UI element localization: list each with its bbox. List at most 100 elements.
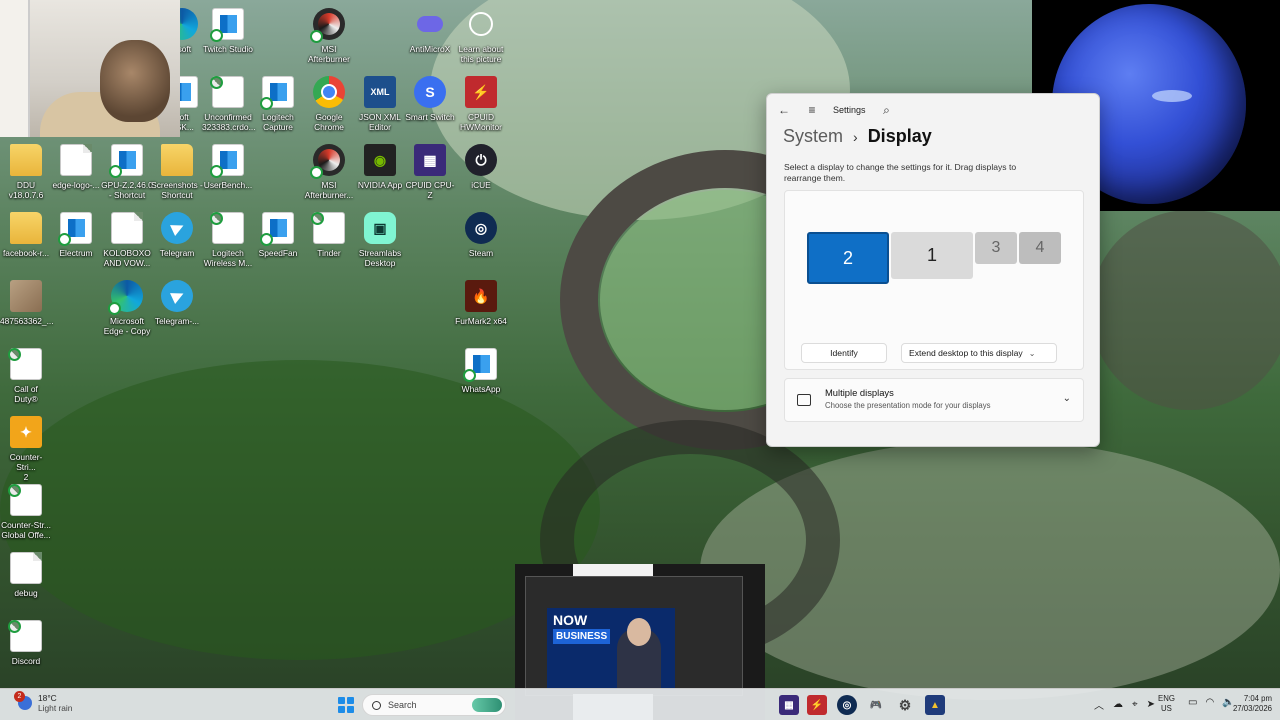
- taskbar-clock[interactable]: 7:04 pm 27/03/2026: [1224, 694, 1272, 714]
- desktop-icon-learn-about-picture[interactable]: Learn about this picture: [455, 8, 507, 64]
- desktop-icon-label: NVIDIA App: [357, 180, 403, 190]
- taskbar-app-icon[interactable]: ▲: [925, 695, 945, 715]
- input-language[interactable]: ENG US: [1158, 694, 1175, 714]
- taskbar-cpuz-icon[interactable]: ▦: [779, 695, 799, 715]
- multiple-displays-card[interactable]: Multiple displays Choose the presentatio…: [784, 378, 1084, 422]
- file-icon: [210, 212, 244, 244]
- msi-afterburner-icon: [310, 8, 345, 43]
- desktop-icon-label: iCUE: [471, 180, 491, 190]
- desktop-icon-whatsapp[interactable]: WhatsApp: [455, 348, 507, 394]
- display-mode-value: Extend desktop to this display: [909, 348, 1023, 358]
- taskbar: 2 18°C Light rain Search ▦ ⚡ ◎ 🎮 ⚙ ▲ ︿ ☁…: [0, 688, 1280, 720]
- desktop-icon-userbench[interactable]: UserBench...: [202, 144, 254, 190]
- desktop-icon-label: CPUID CPU-Z: [405, 180, 455, 200]
- hamburger-menu-icon[interactable]: ≡: [805, 103, 819, 117]
- desktop-icon-icue[interactable]: ⏻ iCUE: [455, 144, 507, 190]
- desktop-icon-msi-afterburner[interactable]: MSI Afterburner: [303, 8, 355, 64]
- desktop-icon-label: KOLOBOXO AND VOW...: [103, 248, 151, 268]
- desktop-icon-logitech-wireless[interactable]: Logitech Wireless M...: [202, 212, 254, 268]
- desktop-icon-discord[interactable]: Discord: [0, 620, 52, 666]
- desktop-icon-furmark[interactable]: 🔥 FurMark2 x64: [455, 280, 507, 326]
- edge-icon: [108, 280, 143, 315]
- tray-cloud-icon[interactable]: ☁: [1113, 699, 1123, 710]
- desktop-icon-label: MSI Afterburner...: [304, 180, 354, 200]
- tray-overflow-chevron-icon[interactable]: ︿: [1094, 697, 1104, 712]
- monitor-2[interactable]: 2: [807, 232, 889, 284]
- desktop-icon-label: Tinder: [317, 248, 341, 258]
- desktop-icon-call-of-duty[interactable]: Call of Duty®: [0, 348, 52, 404]
- tray-network-icon[interactable]: ⌖: [1132, 699, 1138, 710]
- desktop-icon-json-xml-editor[interactable]: XML JSON XML Editor: [354, 76, 406, 132]
- desktop-icon-antimicrox[interactable]: AntiMicroX: [404, 8, 456, 54]
- back-arrow-icon[interactable]: ←: [777, 103, 791, 117]
- desktop-icon-label: JSON XML Editor: [359, 112, 401, 132]
- news-logo-line1: NOW: [553, 612, 588, 628]
- desktop-icon-electrum[interactable]: Electrum: [50, 212, 102, 258]
- desktop-icon-cpuid-hwmonitor[interactable]: ⚡ CPUID HWMonitor: [455, 76, 507, 132]
- breadcrumb-system[interactable]: System: [783, 126, 843, 147]
- desktop-icon-label: UserBench...: [203, 180, 253, 190]
- desktop-icon-steam[interactable]: ◎ Steam: [455, 212, 507, 258]
- taskbar-gamepad-icon[interactable]: 🎮: [866, 695, 886, 715]
- breadcrumb: System › Display: [783, 126, 932, 147]
- desktop-icon-counter-strike-go[interactable]: Counter-Str... Global Offe...: [0, 484, 52, 540]
- desktop-icon-speedfan[interactable]: SpeedFan: [252, 212, 304, 258]
- desktop-icon-edge-logo[interactable]: edge-logo-...: [50, 144, 102, 190]
- desktop-icon-telegram[interactable]: Telegram: [151, 212, 203, 258]
- webcam-person-head: [100, 40, 170, 122]
- taskbar-search[interactable]: Search: [362, 694, 506, 716]
- app-icon: [260, 212, 294, 246]
- desktop-icon-twitch-studio[interactable]: Twitch Studio: [202, 8, 254, 54]
- search-icon[interactable]: ⌕: [880, 103, 894, 117]
- taskbar-settings-gear-icon[interactable]: ⚙: [895, 695, 915, 715]
- desktop-icon-telegram-2[interactable]: Telegram-...: [151, 280, 203, 326]
- app-icon: [463, 348, 497, 382]
- desktop-icon-tinder[interactable]: Tinder: [303, 212, 355, 258]
- desktop-icon-ddu[interactable]: DDU v18.0.7.6: [0, 144, 52, 200]
- taskbar-steam-icon[interactable]: ◎: [837, 695, 857, 715]
- nvidia-icon: ◉: [364, 144, 396, 176]
- desktop-icon-google-chrome[interactable]: Google Chrome: [303, 76, 355, 132]
- wifi-icon: ◠: [1205, 697, 1215, 708]
- desktop-icon-label: GPU-Z.2.46.0 - Shortcut: [101, 180, 153, 200]
- monitor-1[interactable]: 1: [891, 232, 973, 279]
- news-logo-line2: BUSINESS: [553, 629, 611, 644]
- desktop-icon-screenshots-shortcut[interactable]: Screenshots - Shortcut: [151, 144, 203, 200]
- planet-storm: [1152, 90, 1192, 102]
- desktop-icon-label: Electrum: [59, 248, 93, 258]
- desktop-icon-label: Logitech Wireless M...: [203, 248, 253, 268]
- desktop-icon-nvidia-app[interactable]: ◉ NVIDIA App: [354, 144, 406, 190]
- desktop-icon-koloboxo[interactable]: KOLOBOXO AND VOW...: [101, 212, 153, 268]
- taskbar-hwmonitor-icon[interactable]: ⚡: [807, 695, 827, 715]
- monitor-3[interactable]: 3: [975, 232, 1017, 264]
- display-mode-dropdown[interactable]: Extend desktop to this display ⌄: [901, 343, 1057, 363]
- desktop-icon-label: Streamlabs Desktop: [358, 248, 402, 268]
- gamepad-icon: [414, 8, 446, 40]
- desktop-icon-cpuid-cpuz[interactable]: ▦ CPUID CPU-Z: [404, 144, 456, 200]
- desktop-icon-facebook[interactable]: facebook-r...: [0, 212, 52, 258]
- start-button[interactable]: [338, 697, 354, 713]
- desktop-icon-streamlabs[interactable]: ▣ Streamlabs Desktop: [354, 212, 406, 268]
- telegram-icon: [161, 280, 193, 312]
- desktop-icon-counter-strike-2[interactable]: ✦ Counter-Stri... 2: [0, 416, 52, 482]
- breadcrumb-display: Display: [867, 126, 932, 146]
- desktop-icon-logitech-capture[interactable]: Logitech Capture: [252, 76, 304, 132]
- desktop-icon-smart-switch[interactable]: S Smart Switch: [404, 76, 456, 122]
- telegram-icon: [161, 212, 193, 244]
- tray-telegram-icon[interactable]: ➤: [1147, 699, 1155, 710]
- desktop-icon-label: DDU v18.0.7.6: [8, 180, 44, 200]
- app-icon: [210, 8, 244, 42]
- weather-widget[interactable]: 2 18°C Light rain: [14, 691, 72, 713]
- identify-button[interactable]: Identify: [801, 343, 887, 363]
- desktop-icon-label: SpeedFan: [258, 248, 298, 258]
- desktop-icon-edge-copy[interactable]: Microsoft Edge - Copy: [101, 280, 153, 336]
- desktop-icon-label: Twitch Studio: [203, 44, 253, 54]
- desktop-icon-label: Counter-Str... Global Offe...: [1, 520, 51, 540]
- desktop-icon-gpuz-shortcut[interactable]: GPU-Z.2.46.0 - Shortcut: [101, 144, 153, 200]
- monitor-4[interactable]: 4: [1019, 232, 1061, 264]
- desktop-icon-unconfirmed-download[interactable]: Unconfirmed 323383.crdo...: [202, 76, 256, 132]
- desktop-icon-debug[interactable]: debug: [0, 552, 52, 598]
- clock-time: 7:04 pm: [1243, 694, 1272, 703]
- desktop-icon-msi-afterburner-2[interactable]: MSI Afterburner...: [303, 144, 355, 200]
- desktop-icon-image-487563362[interactable]: 487563362_...: [0, 280, 54, 326]
